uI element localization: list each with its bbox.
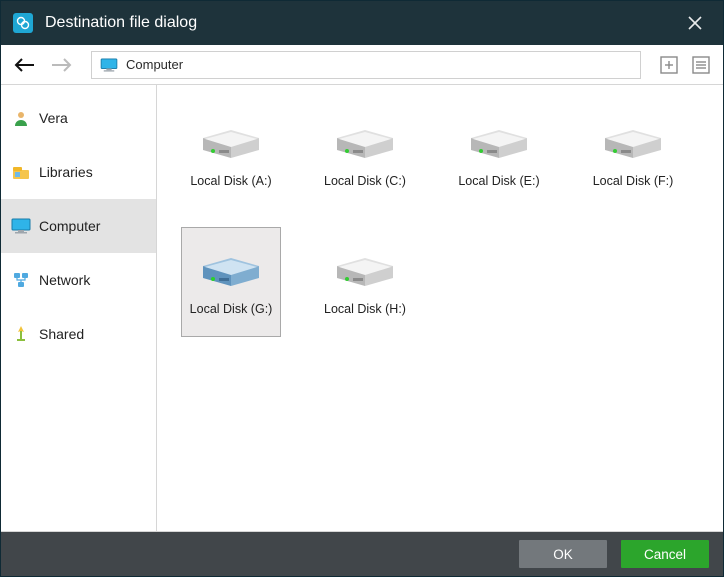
hard-disk-icon bbox=[199, 120, 263, 164]
toolbar: Computer bbox=[1, 45, 723, 85]
drive-label: Local Disk (A:) bbox=[190, 174, 271, 188]
sidebar-item-label: Vera bbox=[39, 110, 68, 126]
ok-button[interactable]: OK bbox=[519, 540, 607, 568]
drive-item[interactable]: Local Disk (C:) bbox=[315, 99, 415, 209]
arrow-left-icon bbox=[14, 57, 36, 73]
sidebar-item-label: Network bbox=[39, 272, 90, 288]
app-icon bbox=[13, 13, 33, 33]
shared-icon bbox=[11, 324, 31, 344]
drive-label: Local Disk (F:) bbox=[593, 174, 674, 188]
cancel-button[interactable]: Cancel bbox=[621, 540, 709, 568]
drive-label: Local Disk (H:) bbox=[324, 302, 406, 316]
computer-icon bbox=[11, 216, 31, 236]
window-title: Destination file dialog bbox=[45, 14, 667, 32]
dialog-window: Destination file dialog Computer bbox=[0, 0, 724, 577]
forward-button[interactable] bbox=[47, 51, 75, 79]
path-bar[interactable]: Computer bbox=[91, 51, 641, 79]
drive-label: Local Disk (E:) bbox=[458, 174, 539, 188]
footer: OK Cancel bbox=[1, 532, 723, 576]
sidebar-item-label: Computer bbox=[39, 218, 100, 234]
sidebar-item-label: Shared bbox=[39, 326, 84, 342]
hard-disk-icon bbox=[333, 120, 397, 164]
hard-disk-icon bbox=[199, 248, 263, 292]
view-list-button[interactable] bbox=[689, 53, 713, 77]
drive-item[interactable]: Local Disk (H:) bbox=[315, 227, 415, 337]
dialog-body: Vera Libraries Computer Network bbox=[1, 85, 723, 532]
drive-item[interactable]: Local Disk (E:) bbox=[449, 99, 549, 209]
new-folder-button[interactable] bbox=[657, 53, 681, 77]
hard-disk-icon bbox=[333, 248, 397, 292]
list-icon bbox=[692, 56, 710, 74]
drive-list: Local Disk (A:) Local Disk (C:) Local Di… bbox=[157, 85, 723, 531]
path-label: Computer bbox=[126, 57, 183, 72]
hard-disk-icon bbox=[467, 120, 531, 164]
sidebar-item-shared[interactable]: Shared bbox=[1, 307, 156, 361]
computer-icon bbox=[100, 58, 118, 72]
network-icon bbox=[11, 270, 31, 290]
title-bar: Destination file dialog bbox=[1, 1, 723, 45]
drive-label: Local Disk (C:) bbox=[324, 174, 406, 188]
hard-disk-icon bbox=[601, 120, 665, 164]
user-icon bbox=[11, 108, 31, 128]
back-button[interactable] bbox=[11, 51, 39, 79]
sidebar-item-vera[interactable]: Vera bbox=[1, 91, 156, 145]
drive-item[interactable]: Local Disk (A:) bbox=[181, 99, 281, 209]
plus-box-icon bbox=[660, 56, 678, 74]
close-icon bbox=[688, 16, 702, 30]
close-button[interactable] bbox=[679, 7, 711, 39]
libraries-icon bbox=[11, 162, 31, 182]
sidebar-item-network[interactable]: Network bbox=[1, 253, 156, 307]
sidebar: Vera Libraries Computer Network bbox=[1, 85, 157, 531]
sidebar-item-libraries[interactable]: Libraries bbox=[1, 145, 156, 199]
arrow-right-icon bbox=[50, 57, 72, 73]
drive-label: Local Disk (G:) bbox=[190, 302, 273, 316]
sidebar-item-computer[interactable]: Computer bbox=[1, 199, 156, 253]
drive-item[interactable]: Local Disk (F:) bbox=[583, 99, 683, 209]
drive-item[interactable]: Local Disk (G:) bbox=[181, 227, 281, 337]
sidebar-item-label: Libraries bbox=[39, 164, 93, 180]
